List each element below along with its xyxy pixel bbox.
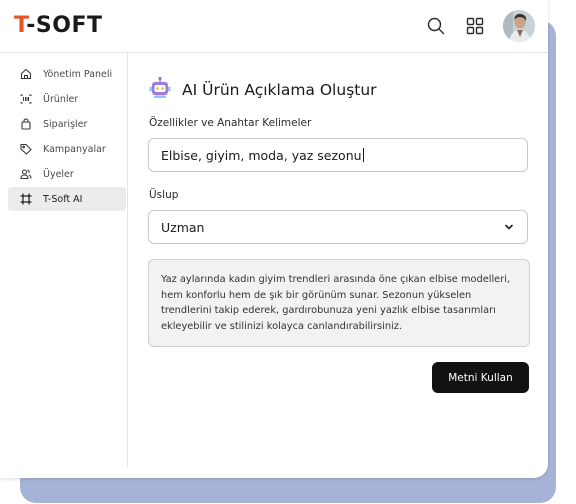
logo: T-SOFT — [14, 13, 103, 38]
sidebar-item-label: Yönetim Paneli — [43, 68, 113, 80]
sidebar-divider — [127, 225, 128, 467]
page-title: AI Ürün Açıklama Oluştur — [182, 81, 377, 99]
home-icon — [19, 67, 33, 81]
robot-icon — [148, 76, 172, 104]
chevron-down-icon — [503, 221, 515, 236]
style-select[interactable]: Uzman — [148, 210, 528, 244]
sidebar-item-uyeler[interactable]: Üyeler — [8, 162, 126, 186]
sidebar-item-kampanyalar[interactable]: Kampanyalar — [8, 137, 126, 161]
sidebar-item-t-soft-ai[interactable]: T-Soft AI — [8, 187, 126, 211]
sidebar-item-urunler[interactable]: Ürünler — [8, 87, 126, 111]
users-icon — [19, 167, 33, 181]
page-header: AI Ürün Açıklama Oluştur — [148, 76, 377, 104]
tag-icon — [19, 142, 33, 156]
main-content: AI Ürün Açıklama Oluştur Özellikler ve A… — [148, 0, 530, 478]
style-label: Üslup — [149, 189, 179, 201]
barcode-icon — [19, 92, 33, 106]
keywords-input[interactable]: Elbise, giyim, moda, yaz sezonu — [148, 138, 528, 172]
sidebar-item-label: Kampanyalar — [43, 143, 106, 155]
bag-icon — [19, 117, 33, 131]
sidebar-item-label: Siparişler — [43, 118, 88, 130]
keywords-value: Elbise, giyim, moda, yaz sezonu — [161, 147, 362, 163]
generated-description: Yaz aylarında kadın giyim trendleri aras… — [148, 259, 530, 347]
keywords-label: Özellikler ve Anahtar Kelimeler — [149, 117, 312, 129]
use-text-button[interactable]: Metni Kullan — [432, 362, 529, 393]
sidebar: Yönetim Paneli Ürünler Siparişler Kampan… — [0, 53, 128, 225]
sidebar-item-label: Üyeler — [43, 168, 74, 180]
sidebar-item-label: T-Soft AI — [43, 193, 83, 205]
text-cursor — [362, 148, 364, 162]
sidebar-item-yonetim-paneli[interactable]: Yönetim Paneli — [8, 62, 126, 86]
sidebar-item-label: Ürünler — [43, 93, 79, 105]
sidebar-item-siparisler[interactable]: Siparişler — [8, 112, 126, 136]
style-value: Uzman — [161, 219, 205, 235]
frame-icon — [19, 192, 33, 206]
app-window: T-SOFT Yönetim Paneli Ürünler Siparişler… — [0, 0, 548, 478]
